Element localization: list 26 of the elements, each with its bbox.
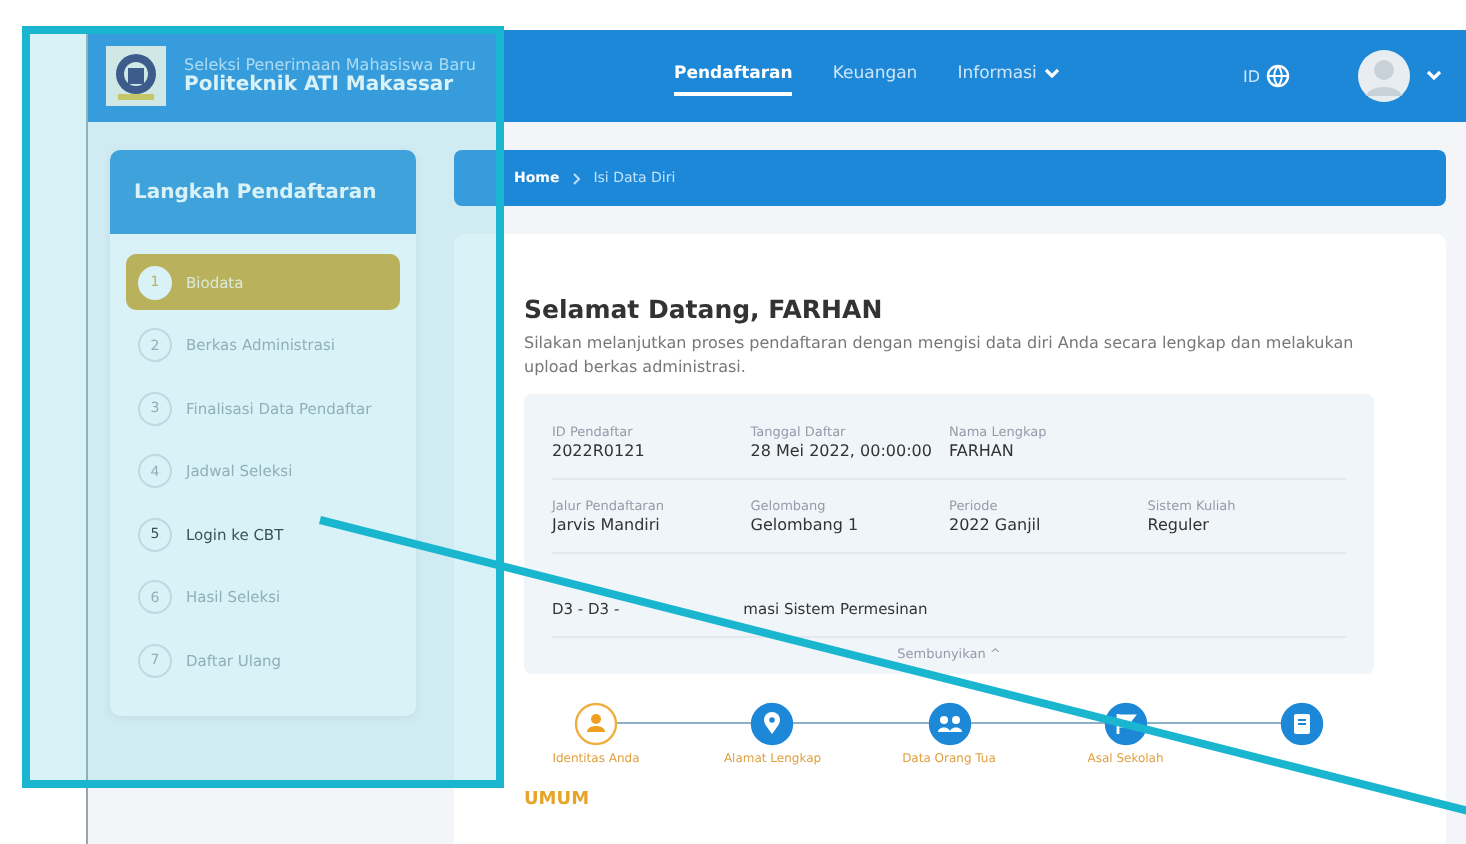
field-value: Gelombang 1 — [750, 516, 861, 535]
book-icon[interactable] — [1280, 702, 1324, 747]
field-value: 2022R0121 — [552, 442, 647, 461]
nav-link[interactable]: Pendaftaran — [674, 56, 793, 96]
logo-icon — [106, 46, 166, 106]
field-value: Reguler — [1147, 516, 1211, 535]
location-pin-icon[interactable] — [750, 702, 795, 747]
site-title: Politeknik ATI Makassar — [184, 74, 456, 96]
nav-link[interactable]: Informasi — [957, 56, 1061, 96]
avatar-icon[interactable] — [1358, 50, 1410, 102]
caret-icon[interactable] — [1426, 70, 1442, 82]
section-title: UMUM — [524, 790, 592, 811]
people-icon[interactable] — [927, 702, 971, 747]
caret-icon — [1044, 68, 1061, 80]
field-value: 28 Mei 2022, 00:00:00 — [750, 442, 934, 461]
flag-icon[interactable] — [1103, 702, 1148, 747]
chevron-icon — [571, 171, 582, 185]
person-icon[interactable] — [574, 702, 618, 747]
field-value: Jarvis Mandiri — [552, 516, 662, 535]
site-subtitle: Seleksi Penerimaan Mahasiswa Baru — [184, 56, 476, 74]
sidebar-title: Langkah Pendaftaran — [110, 150, 416, 234]
field-value: 2022 Ganjil — [949, 516, 1043, 535]
field-value: FARHAN — [949, 442, 1016, 461]
welcome-title: Selamat Datang, FARHAN — [524, 294, 885, 324]
nav-link[interactable]: Keuangan — [832, 56, 918, 96]
welcome-text: Silakan melanjutkan proses pendaftaran dengan mengisi data diri Anda secara lengkap dan melakukan upload berkas administrasi. — [524, 332, 1356, 379]
